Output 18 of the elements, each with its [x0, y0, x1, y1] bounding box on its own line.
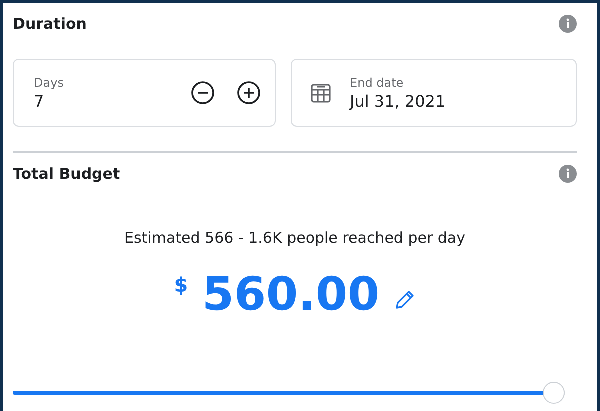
section-title: Duration	[13, 15, 87, 33]
end-date-field[interactable]: End date Jul 31, 2021	[291, 59, 577, 127]
days-field[interactable]: Days 7	[13, 59, 276, 127]
calendar-icon	[310, 82, 332, 104]
field-value: Jul 31, 2021	[350, 92, 447, 110]
field-label: Days	[34, 76, 65, 90]
plus-icon[interactable]	[237, 81, 261, 105]
minus-icon[interactable]	[191, 81, 215, 105]
section-title: Total Budget	[13, 165, 120, 183]
slider-handle[interactable]	[542, 382, 565, 404]
reach-estimate: Estimated 566 - 1.6K people reached per day	[123, 229, 466, 247]
field-value: 7	[34, 92, 46, 110]
budget-amount: 560.00	[202, 267, 380, 321]
currency-symbol: $	[174, 273, 188, 297]
info-icon[interactable]	[559, 15, 577, 33]
pencil-icon[interactable]	[394, 289, 416, 311]
field-label: End date	[350, 76, 405, 90]
info-icon[interactable]	[559, 165, 577, 183]
